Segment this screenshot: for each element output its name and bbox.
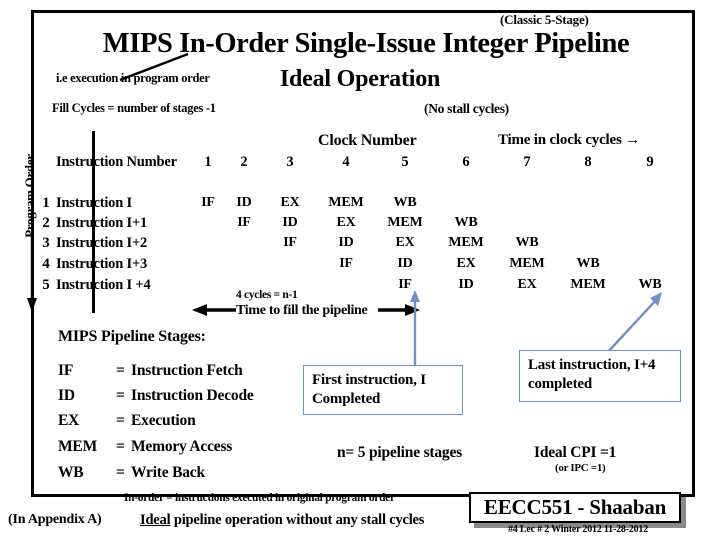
table-cell: IF <box>237 215 251 230</box>
stage-name-ex: Execution <box>131 412 196 429</box>
ipc-note: (or IPC =1) <box>555 462 606 474</box>
table-cell: ID <box>282 215 298 230</box>
n-pipeline-stages-note: n= 5 pipeline stages <box>337 444 462 461</box>
table-cell: EX <box>280 195 300 210</box>
ideal-pipeline-caption: Ideal pipeline operation without any sta… <box>140 512 424 529</box>
stage-equals: = <box>116 438 125 455</box>
no-stall-cycles-note: (No stall cycles) <box>424 101 509 116</box>
table-cell: MEM <box>448 235 484 250</box>
callout-last-instruction: Last instruction, I+4 completed <box>519 350 681 402</box>
column-header-2: 2 <box>240 154 248 170</box>
arrow-left-icon <box>192 304 236 316</box>
row-index-1: 1 <box>42 195 50 211</box>
table-cell: WB <box>576 256 600 271</box>
fill-cycles-count-note: 4 cycles = n-1 <box>236 289 298 301</box>
table-cell: WB <box>638 277 662 292</box>
table-cell: WB <box>393 195 417 210</box>
slide-meta-info: #4 Lec # 2 Winter 2012 11-28-2012 <box>507 524 649 535</box>
program-order-arrow-down-icon <box>27 234 37 312</box>
table-cell: EX <box>395 235 415 250</box>
column-header-7: 7 <box>523 154 531 170</box>
table-cell: WB <box>454 215 478 230</box>
table-cell: MEM <box>570 277 606 292</box>
classic-stage-note: (Classic 5-Stage) <box>500 12 589 27</box>
table-row-label-1: Instruction I <box>56 195 132 211</box>
column-header-3: 3 <box>286 154 294 170</box>
stage-name-id: Instruction Decode <box>131 387 254 404</box>
table-cell: EX <box>517 277 537 292</box>
ideal-caption-rest: pipeline operation without any stall cyc… <box>170 512 425 528</box>
table-row-label-2: Instruction I+1 <box>56 215 148 231</box>
table-cell: IF <box>283 235 297 250</box>
column-header-9: 9 <box>646 154 654 170</box>
table-cell: MEM <box>328 195 364 210</box>
instruction-number-header: Instruction Number <box>56 154 177 170</box>
clock-number-header: Clock Number <box>318 132 417 149</box>
pipeline-stages-title: MIPS Pipeline Stages: <box>58 328 206 345</box>
table-cell: EX <box>336 215 356 230</box>
ideal-cpi-note: Ideal CPI =1 <box>534 444 617 461</box>
column-header-5: 5 <box>401 154 409 170</box>
table-row-label-4: Instruction I+3 <box>56 256 148 272</box>
table-cell: ID <box>236 195 252 210</box>
stage-name-wb: Write Back <box>131 464 205 481</box>
column-header-6: 6 <box>462 154 470 170</box>
table-cell: ID <box>397 256 413 271</box>
page-subtitle: Ideal Operation <box>279 66 441 92</box>
stage-name-mem: Memory Access <box>131 438 233 455</box>
table-row-label-3: Instruction I+2 <box>56 235 148 251</box>
time-axis-header: Time in clock cycles → <box>498 132 640 148</box>
stage-abbr-if: IF <box>58 362 74 379</box>
stage-abbr-mem: MEM <box>58 438 97 455</box>
title-pointer-line-icon <box>119 52 189 82</box>
table-cell: ID <box>338 235 354 250</box>
stage-abbr-ex: EX <box>58 412 80 429</box>
stage-name-if: Instruction Fetch <box>131 362 243 379</box>
table-cell: MEM <box>387 215 423 230</box>
table-cell: IF <box>398 277 412 292</box>
stage-equals: = <box>116 362 125 379</box>
slide-canvas: (Classic 5-Stage) MIPS In-Order Single-I… <box>0 0 720 540</box>
time-to-fill-pipeline-label: Time to fill the pipeline <box>236 303 368 318</box>
column-header-8: 8 <box>584 154 592 170</box>
row-index-4: 4 <box>42 256 50 272</box>
callout-first-instruction: First instruction, I Completed <box>303 365 463 415</box>
table-cell: MEM <box>509 256 545 271</box>
stage-equals: = <box>116 387 125 404</box>
row-index-5: 5 <box>42 277 50 293</box>
table-cell: EX <box>456 256 476 271</box>
table-cell: WB <box>515 235 539 250</box>
row-index-3: 3 <box>42 235 50 251</box>
table-row-label-5: Instruction I +4 <box>56 277 151 293</box>
column-header-1: 1 <box>204 154 212 170</box>
arrow-right-icon <box>378 304 420 316</box>
table-cell: ID <box>458 277 474 292</box>
fill-cycles-note: Fill Cycles = number of stages -1 <box>52 101 216 115</box>
table-cell: IF <box>339 256 353 271</box>
in-order-definition-note: In-order = instructions executed in orig… <box>124 492 395 504</box>
stage-abbr-id: ID <box>58 387 75 404</box>
ideal-keyword: Ideal <box>140 512 171 528</box>
stage-equals: = <box>116 412 125 429</box>
course-badge: EECC551 - Shaaban <box>469 492 681 523</box>
stage-equals: = <box>116 464 125 481</box>
stage-abbr-wb: WB <box>58 464 84 481</box>
appendix-reference-note: (In Appendix A) <box>8 512 102 527</box>
column-header-4: 4 <box>342 154 350 170</box>
row-index-2: 2 <box>42 215 50 231</box>
